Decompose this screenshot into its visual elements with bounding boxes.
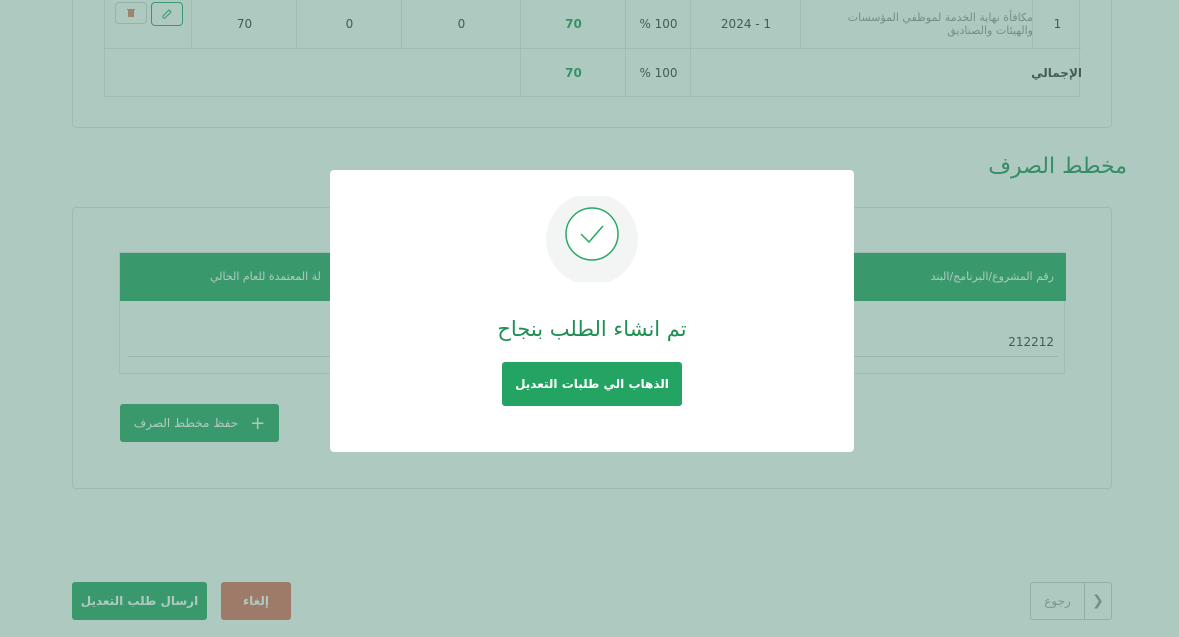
success-modal: تم انشاء الطلب بنجاح الذهاب الي طلبات ال…: [330, 170, 854, 452]
success-message: تم انشاء الطلب بنجاح: [497, 317, 687, 341]
go-to-requests-button[interactable]: الذهاب الي طلبات التعديل: [502, 362, 682, 406]
check-circle-icon: [543, 193, 641, 285]
go-to-requests-label: الذهاب الي طلبات التعديل: [515, 377, 669, 391]
